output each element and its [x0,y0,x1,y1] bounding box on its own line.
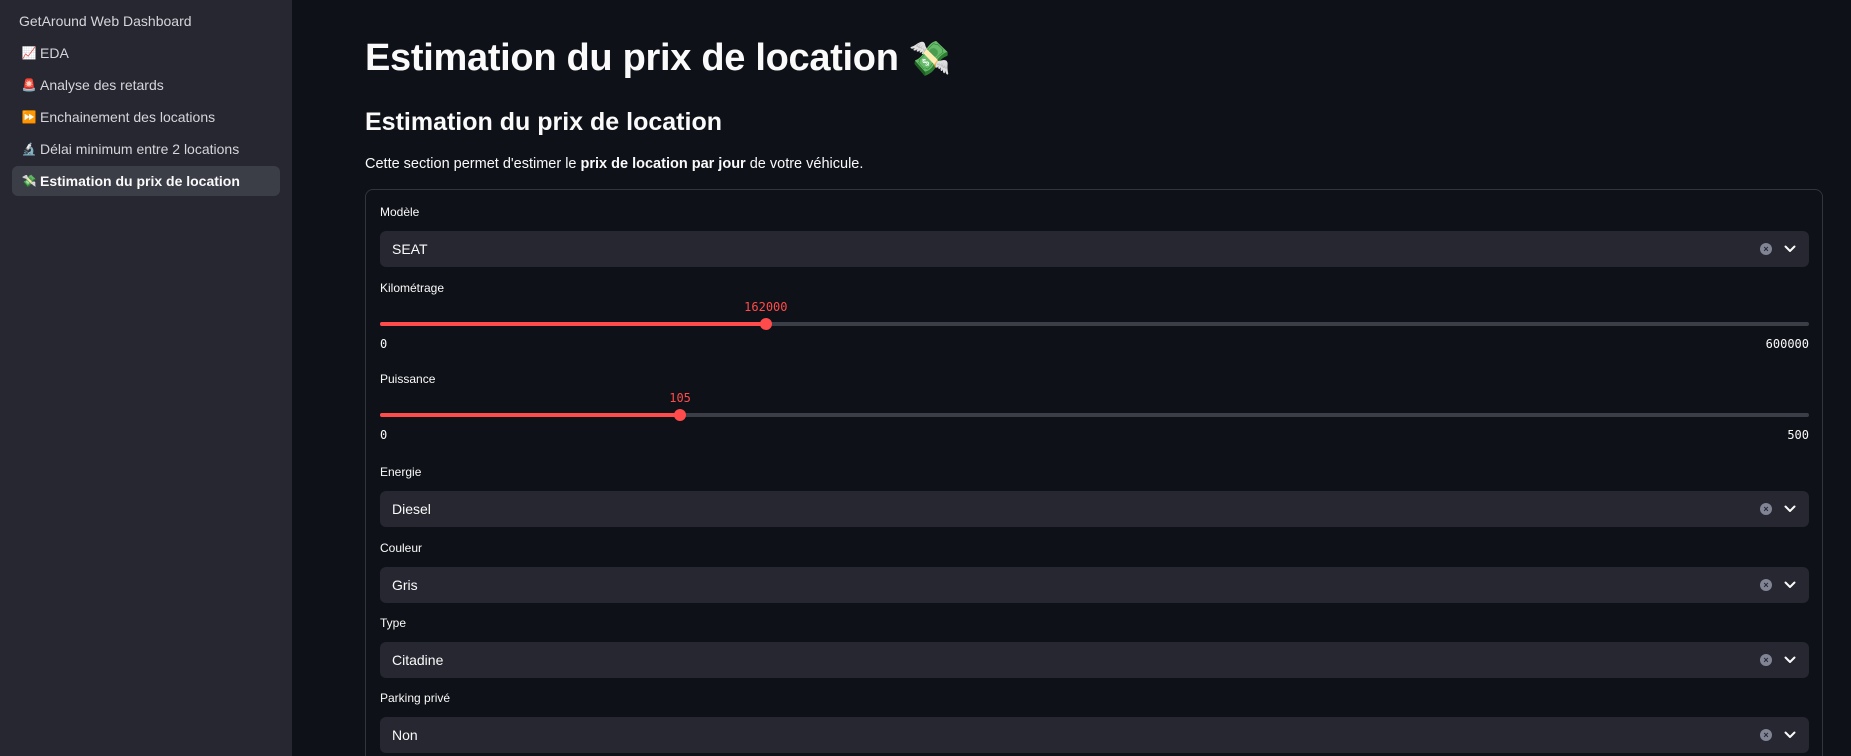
puissance-slider[interactable]: 105 0 500 [380,391,1809,453]
chevron-down-icon[interactable] [1783,578,1797,592]
page-title: Estimation du prix de location 💸 [365,36,1851,80]
clear-icon[interactable]: × [1760,729,1772,741]
clear-icon[interactable]: × [1760,654,1772,666]
money-with-wings-icon: 💸 [21,174,37,188]
type-select[interactable]: Citadine × [380,642,1809,678]
field-modele: Modèle SEAT × [380,204,1809,268]
field-label: Type [380,616,407,630]
sidebar-item-eda[interactable]: 📈 EDA [12,38,280,68]
field-label: Parking privé [380,691,451,705]
energie-select[interactable]: Diesel × [380,491,1809,527]
chart-increasing-icon: 📈 [21,46,37,60]
intro-text-start: Cette section permet d'estimer le [365,156,581,172]
parking-select[interactable]: Non × [380,717,1809,753]
select-value: SEAT [392,241,428,257]
slider-max: 600000 [1765,337,1809,351]
field-label: Energie [380,465,422,479]
field-parking: Parking privé Non × [380,690,1809,754]
modele-select[interactable]: SEAT × [380,231,1809,267]
estimation-form: Modèle SEAT × Kilométrage 162000 0 60000… [365,189,1823,756]
sidebar-item-analyse-retards[interactable]: 🚨 Analyse des retards [12,70,280,100]
slider-min: 0 [380,337,388,351]
chevron-down-icon[interactable] [1783,502,1797,516]
sidebar: GetAround Web Dashboard 📈 EDA 🚨 Analyse … [0,0,292,756]
slider-fill [380,413,681,417]
field-kilometrage: Kilométrage 162000 0 600000 [380,280,1809,362]
field-couleur: Couleur Gris × [380,540,1809,604]
field-type: Type Citadine × [380,615,1809,679]
siren-icon: 🚨 [21,78,37,92]
chevron-down-icon[interactable] [1783,653,1797,667]
chevron-down-icon[interactable] [1783,242,1797,256]
couleur-select[interactable]: Gris × [380,567,1809,603]
intro-text-bold: prix de location par jour [580,156,746,172]
field-energie: Energie Diesel × [380,464,1809,528]
slider-thumb[interactable] [759,318,772,330]
field-label: Couleur [380,541,423,555]
sidebar-item-label: Enchainement des locations [40,109,216,125]
sidebar-item-delai-minimum[interactable]: 🔬 Délai minimum entre 2 locations [12,134,280,164]
sidebar-title: GetAround Web Dashboard [19,13,192,29]
page-title-text: Estimation du prix de location [365,37,899,79]
slider-fill [380,322,766,326]
clear-icon[interactable]: × [1760,243,1772,255]
sidebar-item-enchainement[interactable]: ⏩ Enchainement des locations [12,102,280,132]
intro-text: Cette section permet d'estimer le prix d… [365,156,1851,172]
intro-text-end: de votre véhicule. [745,156,864,172]
slider-thumb[interactable] [674,409,687,421]
slider-min: 0 [380,428,388,442]
select-value: Gris [392,577,418,593]
sidebar-nav: 📈 EDA 🚨 Analyse des retards ⏩ Enchaineme… [0,38,292,196]
slider-value: 162000 [744,300,788,314]
kilometrage-slider[interactable]: 162000 0 600000 [380,300,1809,362]
clear-icon[interactable]: × [1760,503,1772,515]
field-label: Modèle [380,205,420,219]
section-title: Estimation du prix de location [365,108,722,136]
select-value: Citadine [392,652,444,668]
sidebar-item-label: Estimation du prix de location [40,173,240,189]
field-label: Puissance [380,372,436,386]
select-value: Non [392,727,418,743]
field-label: Kilométrage [380,281,445,295]
sidebar-item-estimation-prix[interactable]: 💸 Estimation du prix de location [12,166,280,196]
chevron-down-icon[interactable] [1783,728,1797,742]
sidebar-item-label: Analyse des retards [40,77,164,93]
money-with-wings-icon: 💸 [908,40,951,78]
slider-value: 105 [669,391,691,405]
microscope-icon: 🔬 [21,142,37,156]
fast-forward-icon: ⏩ [21,110,37,124]
sidebar-item-label: Délai minimum entre 2 locations [40,141,240,157]
clear-icon[interactable]: × [1760,579,1772,591]
sidebar-item-label: EDA [40,45,69,61]
slider-max: 500 [1787,428,1809,442]
select-value: Diesel [392,501,431,517]
field-puissance: Puissance 105 0 500 [380,371,1809,453]
main-content: Estimation du prix de location 💸 Estimati… [292,0,1851,756]
